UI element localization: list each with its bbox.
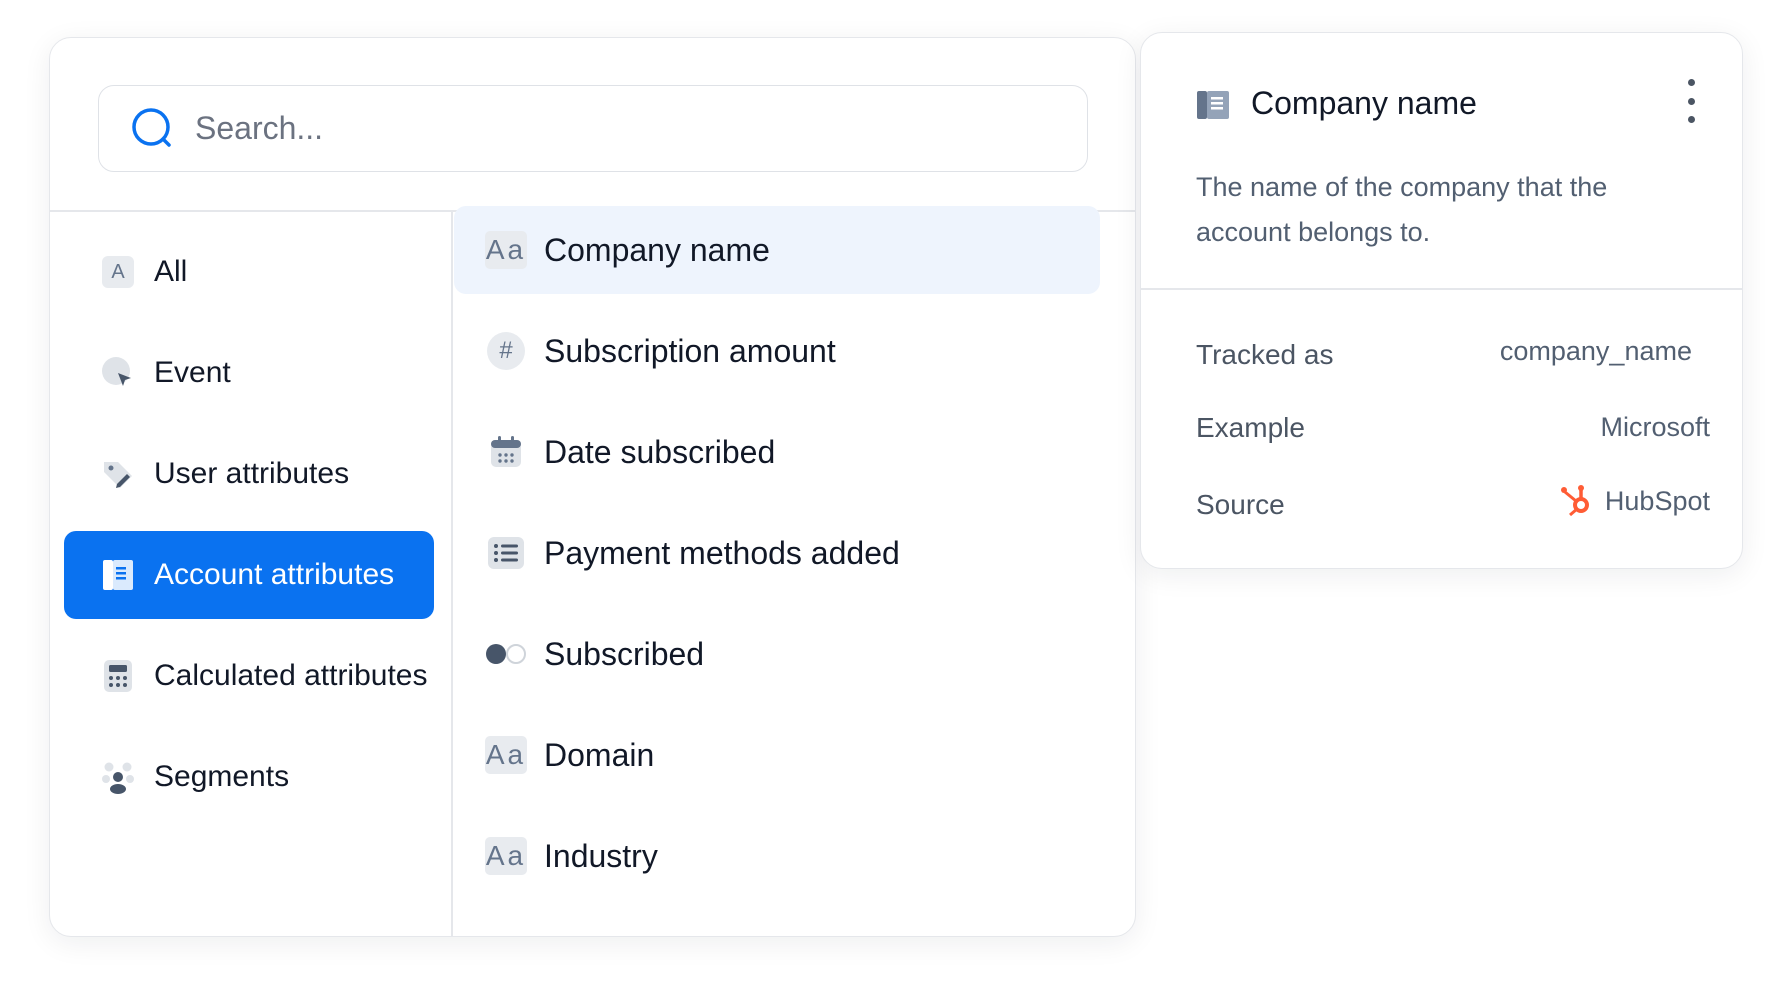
calendar-icon — [484, 430, 528, 474]
detail-divider — [1141, 288, 1742, 290]
source-value: HubSpot — [1559, 483, 1710, 519]
cursor-click-icon — [100, 355, 136, 391]
attribute-label: Company name — [544, 231, 770, 268]
category-label: Account attributes — [154, 558, 395, 591]
attribute-label: Subscribed — [544, 635, 705, 672]
attribute-item-subscribed[interactable]: Subscribed — [454, 610, 1100, 698]
attribute-item-company-name[interactable]: Aa Company name — [454, 206, 1100, 294]
category-label: Calculated attributes — [154, 659, 428, 692]
text-aa-icon: Aa — [484, 228, 528, 272]
tracked-as-label: Tracked as — [1196, 339, 1334, 370]
category-label: Segments — [154, 760, 290, 793]
attribute-picker-panel: A All Event User attributes — [49, 37, 1136, 937]
detail-description: The name of the company that the account… — [1196, 172, 1608, 247]
letter-a-icon: A — [100, 254, 136, 290]
attribute-label: Domain — [544, 736, 655, 773]
hash-icon: # — [484, 329, 528, 373]
source-label: Source — [1196, 489, 1285, 520]
category-label: All — [154, 255, 188, 288]
search-icon — [132, 107, 171, 147]
category-account-attributes[interactable]: Account attributes — [64, 531, 434, 619]
attribute-item-domain[interactable]: Aa Domain — [454, 711, 1100, 799]
category-label: User attributes — [154, 457, 350, 490]
more-options-icon[interactable] — [1681, 79, 1701, 123]
category-calculated-attributes[interactable]: Calculated attributes — [64, 632, 434, 720]
search-box[interactable] — [98, 85, 1088, 172]
category-label: Event — [154, 356, 231, 389]
toggle-icon — [484, 632, 528, 676]
attribute-label: Payment methods added — [544, 534, 900, 571]
tracked-as-value: company_name — [1499, 336, 1692, 366]
attribute-item-payment-methods-added[interactable]: Payment methods added — [454, 509, 1100, 597]
attribute-label: Industry — [544, 837, 658, 874]
source-text: HubSpot — [1604, 485, 1710, 516]
attribute-detail-panel: Company name The name of the company tha… — [1140, 32, 1743, 569]
people-group-icon — [100, 759, 136, 795]
category-segments[interactable]: Segments — [64, 733, 434, 821]
attribute-item-date-subscribed[interactable]: Date subscribed — [454, 408, 1100, 496]
calculator-icon — [100, 658, 136, 694]
category-all[interactable]: A All — [64, 228, 434, 316]
attribute-label: Subscription amount — [544, 332, 836, 369]
example-value: Microsoft — [1600, 412, 1710, 442]
text-aa-icon: Aa — [484, 733, 528, 777]
attribute-item-industry[interactable]: Aa Industry — [454, 812, 1100, 900]
attribute-label: Date subscribed — [544, 433, 776, 470]
building-icon — [100, 557, 136, 593]
text-aa-icon: Aa — [484, 834, 528, 878]
category-event[interactable]: Event — [64, 329, 434, 417]
search-input[interactable] — [195, 110, 995, 147]
user-tag-icon — [100, 456, 136, 492]
hubspot-icon — [1560, 485, 1589, 517]
attribute-item-subscription-amount[interactable]: # Subscription amount — [454, 307, 1100, 395]
building-icon — [1197, 91, 1229, 119]
list-icon — [484, 531, 528, 575]
detail-title: Company name — [1251, 85, 1477, 121]
example-label: Example — [1196, 412, 1305, 443]
category-user-attributes[interactable]: User attributes — [64, 430, 434, 518]
column-divider — [451, 211, 453, 936]
